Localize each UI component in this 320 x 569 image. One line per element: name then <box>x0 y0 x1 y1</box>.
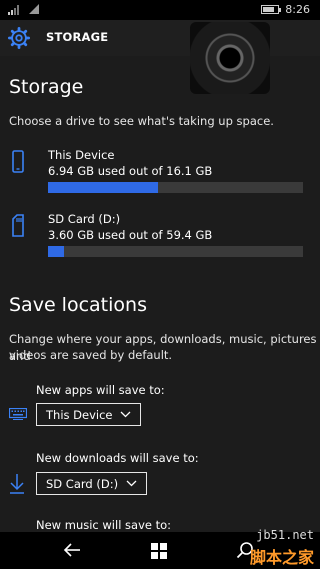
usage-bar-fill <box>48 182 158 193</box>
watermark-site: jb51.net <box>256 528 314 542</box>
usage-bar <box>48 246 303 257</box>
chevron-down-icon <box>121 411 131 418</box>
status-time: 8:26 <box>285 3 310 16</box>
page-header: STORAGE <box>0 20 320 56</box>
storage-heading: Storage <box>9 76 84 98</box>
dropdown-value: This Device <box>46 407 113 422</box>
chevron-down-icon <box>126 480 137 487</box>
drive-this-device[interactable]: This Device 6.94 GB used out of 16.1 GB <box>0 148 320 208</box>
drive-sd-card[interactable]: SD Card (D:) 3.60 GB used out of 59.4 GB <box>0 212 320 272</box>
gear-icon[interactable] <box>8 27 30 49</box>
wifi-icon <box>29 4 39 14</box>
drive-usage: 3.60 GB used out of 59.4 GB <box>48 228 213 242</box>
back-arrow-icon[interactable] <box>63 542 81 558</box>
drive-name: This Device <box>48 148 115 162</box>
new-downloads-label: New downloads will save to: <box>36 451 199 465</box>
drive-usage: 6.94 GB used out of 16.1 GB <box>48 164 213 178</box>
new-apps-dropdown[interactable]: This Device <box>36 403 142 426</box>
windows-start-icon[interactable] <box>151 543 167 559</box>
usage-bar <box>48 182 303 193</box>
signal-icon <box>8 5 19 15</box>
new-music-label: New music will save to: <box>36 518 172 532</box>
drive-name: SD Card (D:) <box>48 212 121 226</box>
page-title: STORAGE <box>46 30 109 44</box>
new-apps-label: New apps will save to: <box>36 383 165 397</box>
save-locations-description-2: videos are saved by default. <box>9 348 173 362</box>
keyboard-icon <box>9 408 27 420</box>
save-locations-heading: Save locations <box>9 294 147 316</box>
usage-bar-fill <box>48 246 64 257</box>
settings-content[interactable]: Storage Choose a drive to see what's tak… <box>0 56 320 532</box>
status-bar: 8:26 <box>0 0 320 20</box>
battery-icon <box>261 5 282 14</box>
phone-icon <box>12 150 24 173</box>
storage-description: Choose a drive to see what's taking up s… <box>9 114 274 128</box>
watermark-brand: 脚本之家 <box>249 548 314 567</box>
new-downloads-dropdown[interactable]: SD Card (D:) <box>36 472 148 495</box>
camera-overlay <box>190 22 270 94</box>
download-icon <box>10 474 24 494</box>
dropdown-value: SD Card (D:) <box>46 476 119 491</box>
sd-card-icon <box>12 214 24 237</box>
